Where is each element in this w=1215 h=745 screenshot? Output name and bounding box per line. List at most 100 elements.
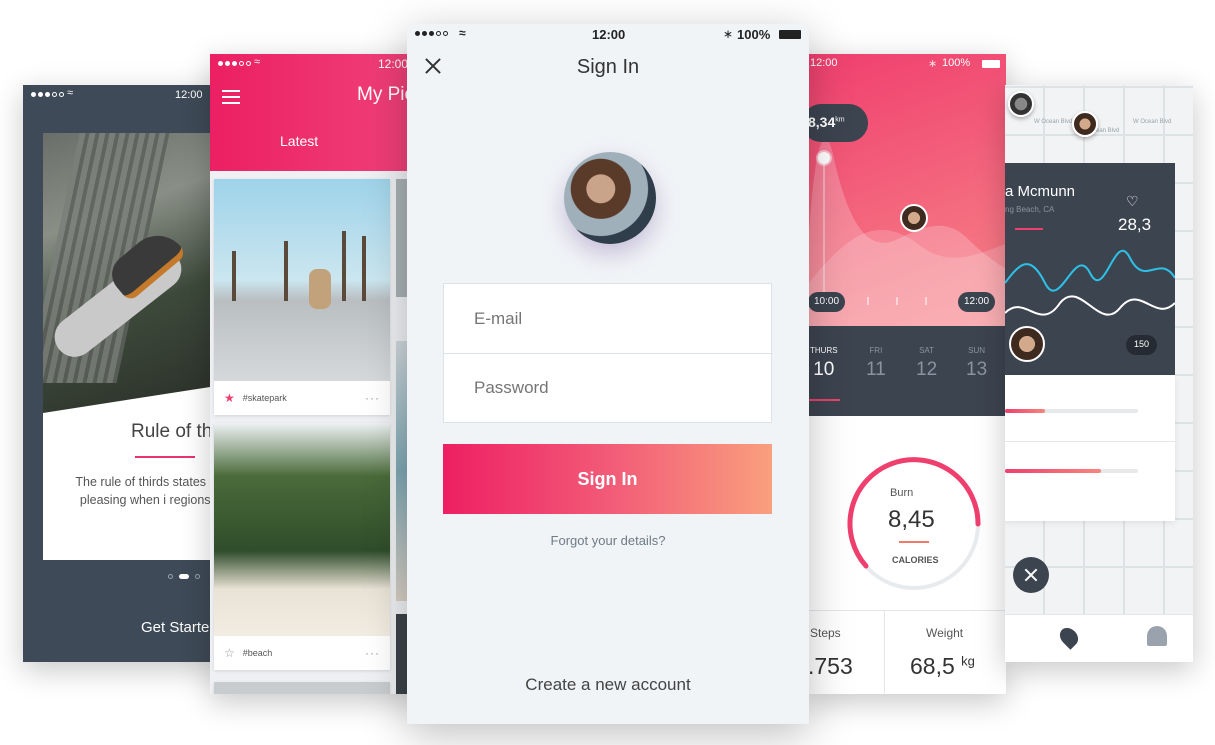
password-field[interactable] — [474, 378, 741, 398]
signal-icon — [31, 92, 64, 97]
steps-label: Steps — [810, 626, 841, 640]
signin-screen: ≈ 12:00 ∗ 100% Sign In Sign In Forgot yo… — [407, 24, 809, 724]
post-image[interactable] — [214, 423, 390, 636]
star-outline-icon[interactable]: ☆ — [224, 646, 235, 660]
gallery-header: ≈ 12:00 My Pic Latest — [210, 54, 420, 171]
distance-bubble: 8,34km — [808, 104, 868, 142]
battery-level: 100% — [737, 27, 771, 42]
forgot-details-link[interactable]: Forgot your details? — [407, 533, 809, 548]
user-detail-card: a Mcmunn ng Beach, CA ♡ 28,3 150 — [1005, 163, 1175, 375]
post-tag[interactable]: #beach — [243, 648, 365, 658]
wifi-icon: ≈ — [254, 56, 261, 68]
user-avatar[interactable] — [900, 204, 928, 232]
battery-icon — [779, 30, 801, 39]
day-number: 10 — [813, 359, 835, 380]
steps-value: .753 — [808, 653, 853, 679]
wifi-icon: ≈ — [67, 87, 74, 99]
day-number: 13 — [966, 359, 988, 380]
create-account-link[interactable]: Create a new account — [407, 675, 809, 695]
time-start[interactable]: 10:00 — [808, 292, 846, 312]
email-field[interactable] — [474, 308, 741, 329]
weight-unit: kg — [961, 653, 975, 669]
status-bar: ≈ 12:00 — [210, 54, 420, 74]
page-title: Sign In — [576, 56, 640, 78]
activity-graph — [808, 138, 1006, 326]
post-image[interactable] — [214, 179, 390, 381]
heart-rate-graph — [1005, 249, 1175, 316]
day-thurs[interactable]: THURS 10 — [810, 346, 838, 381]
time-end[interactable]: 12:00 — [958, 292, 996, 312]
signal-icon — [415, 31, 448, 36]
onboarding-photo — [43, 133, 223, 413]
onboarding-title: Rule of th — [131, 421, 213, 442]
user-location: ng Beach, CA — [1005, 205, 1055, 214]
gallery-screen: ≈ 12:00 My Pic Latest ★ #skatepark ··· ☆… — [210, 54, 420, 694]
distance-value: 8,34 — [808, 114, 836, 130]
bluetooth-icon: ∗ — [723, 27, 734, 41]
street-label: W Ocean Blvd — [1133, 119, 1172, 125]
calories-label: CALORIES — [892, 555, 939, 565]
sign-in-button[interactable]: Sign In — [443, 444, 772, 514]
day-name: FRI — [869, 346, 883, 355]
progress-bar — [1005, 469, 1138, 473]
onboarding-screen: ≈ 12:00 Rule of th The rule of thirds st… — [23, 85, 223, 662]
day-sat[interactable]: SAT 12 — [916, 346, 937, 381]
title-accent-line — [135, 456, 195, 458]
burn-label: Burn — [890, 487, 914, 499]
burn-value: 8,45 — [888, 506, 935, 533]
divider — [1005, 441, 1175, 442]
status-time: 12:00 — [592, 27, 626, 42]
status-bar: ≈ 12:00 — [23, 85, 223, 105]
post-card[interactable]: ☆ #beach ··· — [214, 423, 390, 670]
day-number: 11 — [866, 359, 886, 380]
day-selector: THURS 10 FRI 11 SAT 12 SUN 13 — [808, 326, 1006, 416]
page-indicator[interactable] — [168, 574, 200, 579]
fitness-screen: 12:00 ∗ 100% 8,34km 10:00 12:00 THURS 10… — [808, 54, 1006, 694]
progress-bar — [1005, 409, 1138, 413]
map-screen: W Ocean Blvd W Ocean Blvd W Ocean Blvd a… — [1005, 85, 1193, 662]
get-started-button[interactable]: Get Started — [141, 619, 218, 636]
day-number: 12 — [916, 359, 938, 380]
day-fri[interactable]: FRI 11 — [866, 346, 886, 381]
avatar[interactable] — [564, 152, 656, 244]
heart-rate-icon: ♡ — [1126, 193, 1139, 209]
post-tag[interactable]: #skatepark — [243, 393, 365, 403]
selected-day-underline — [808, 399, 840, 401]
login-form — [443, 283, 772, 423]
day-name: THURS — [810, 346, 838, 355]
user-avatar[interactable] — [1009, 326, 1045, 362]
stats-row: Steps .753 Weight 68,5 kg — [808, 610, 1006, 694]
wifi-icon: ≈ — [459, 26, 466, 40]
onboarding-body: The rule of thirds states most pleasing … — [75, 475, 223, 507]
map-pin-avatar[interactable] — [1008, 91, 1034, 117]
activity-chart: 12:00 ∗ 100% 8,34km 10:00 12:00 — [808, 54, 1006, 326]
tab-latest[interactable]: Latest — [280, 133, 318, 149]
more-icon[interactable]: ··· — [365, 391, 380, 405]
menu-icon[interactable] — [222, 90, 240, 108]
status-time: 12:00 — [378, 57, 409, 71]
tab-bar — [1005, 614, 1193, 662]
gallery-title: My Pic — [357, 84, 414, 105]
weight-value-wrap: 68,5 kg — [910, 653, 975, 680]
street-label: W Ocean Blvd — [1034, 119, 1073, 125]
email-field-wrap — [444, 284, 771, 353]
user-name: a Mcmunn — [1005, 183, 1076, 200]
star-icon[interactable]: ★ — [224, 391, 235, 405]
status-bar: ≈ 12:00 ∗ 100% — [407, 24, 809, 44]
distance-unit: km — [835, 116, 845, 124]
day-name: SAT — [919, 346, 935, 355]
location-pin-icon[interactable] — [1056, 624, 1082, 650]
showcase: ≈ 12:00 Rule of th The rule of thirds st… — [0, 0, 1215, 745]
map-pin-avatar[interactable] — [1072, 111, 1098, 137]
weight-value: 68,5 — [910, 653, 955, 679]
post-card[interactable] — [214, 682, 390, 694]
bell-icon[interactable] — [1147, 626, 1167, 646]
progress-list — [1005, 375, 1175, 521]
more-icon[interactable]: ··· — [365, 646, 380, 660]
status-time: 12:00 — [175, 89, 203, 101]
close-button[interactable] — [1013, 557, 1049, 593]
weight-label: Weight — [926, 626, 964, 640]
day-sun[interactable]: SUN 13 — [966, 346, 987, 381]
password-field-wrap — [444, 353, 771, 422]
post-card[interactable]: ★ #skatepark ··· — [214, 179, 390, 415]
